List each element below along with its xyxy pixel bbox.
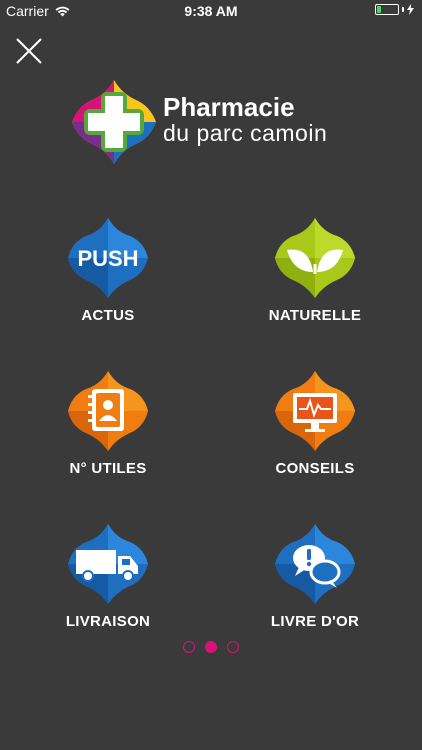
menu-item-actus[interactable]: PUSH ACTUS [33,216,183,336]
close-icon [16,38,42,64]
battery-fill [377,6,381,13]
menu-label-numeros-utiles: N° UTILES [69,460,147,477]
page-dot-2[interactable] [205,641,217,653]
menu-label-livraison: LIVRAISON [65,613,151,630]
status-right [375,4,414,15]
page-dot-3[interactable] [227,641,239,653]
contacts-book-icon [68,371,148,451]
close-button[interactable] [14,36,44,66]
menu-label-conseils: CONSEILS [275,460,355,477]
svg-text:PUSH: PUSH [77,246,138,271]
page-dot-1[interactable] [183,641,195,653]
leaves-icon [275,218,355,298]
push-icon: PUSH [68,218,148,298]
menu-item-numeros-utiles[interactable]: N° UTILES [33,369,183,489]
brand-name: Pharmacie [163,92,295,122]
menu-label-actus: ACTUS [81,307,135,324]
battery-cap [402,7,404,12]
pharmacy-cross-logo [72,80,156,164]
charging-bolt-icon [407,4,414,15]
status-bar: Carrier 9:38 AM [0,0,422,22]
menu-item-livre-dor[interactable]: LIVRE D'OR [240,522,390,642]
brand-header: Pharmacie du parc camoin [70,78,370,170]
brand-subtitle: du parc camoin [163,120,328,146]
monitor-heartbeat-icon [275,371,355,451]
battery-icon [375,4,399,15]
menu-label-livre-dor: LIVRE D'OR [270,613,360,630]
brand-text: Pharmacie du parc camoin [163,94,327,145]
chat-bubbles-icon [275,524,355,604]
delivery-truck-icon [68,524,148,604]
menu-label-naturelle: NATURELLE [268,307,362,324]
menu-item-conseils[interactable]: CONSEILS [240,369,390,489]
status-time: 9:38 AM [184,3,238,19]
menu-item-naturelle[interactable]: NATURELLE [240,216,390,336]
page-indicator [0,641,422,653]
menu-item-livraison[interactable]: LIVRAISON [33,522,183,642]
